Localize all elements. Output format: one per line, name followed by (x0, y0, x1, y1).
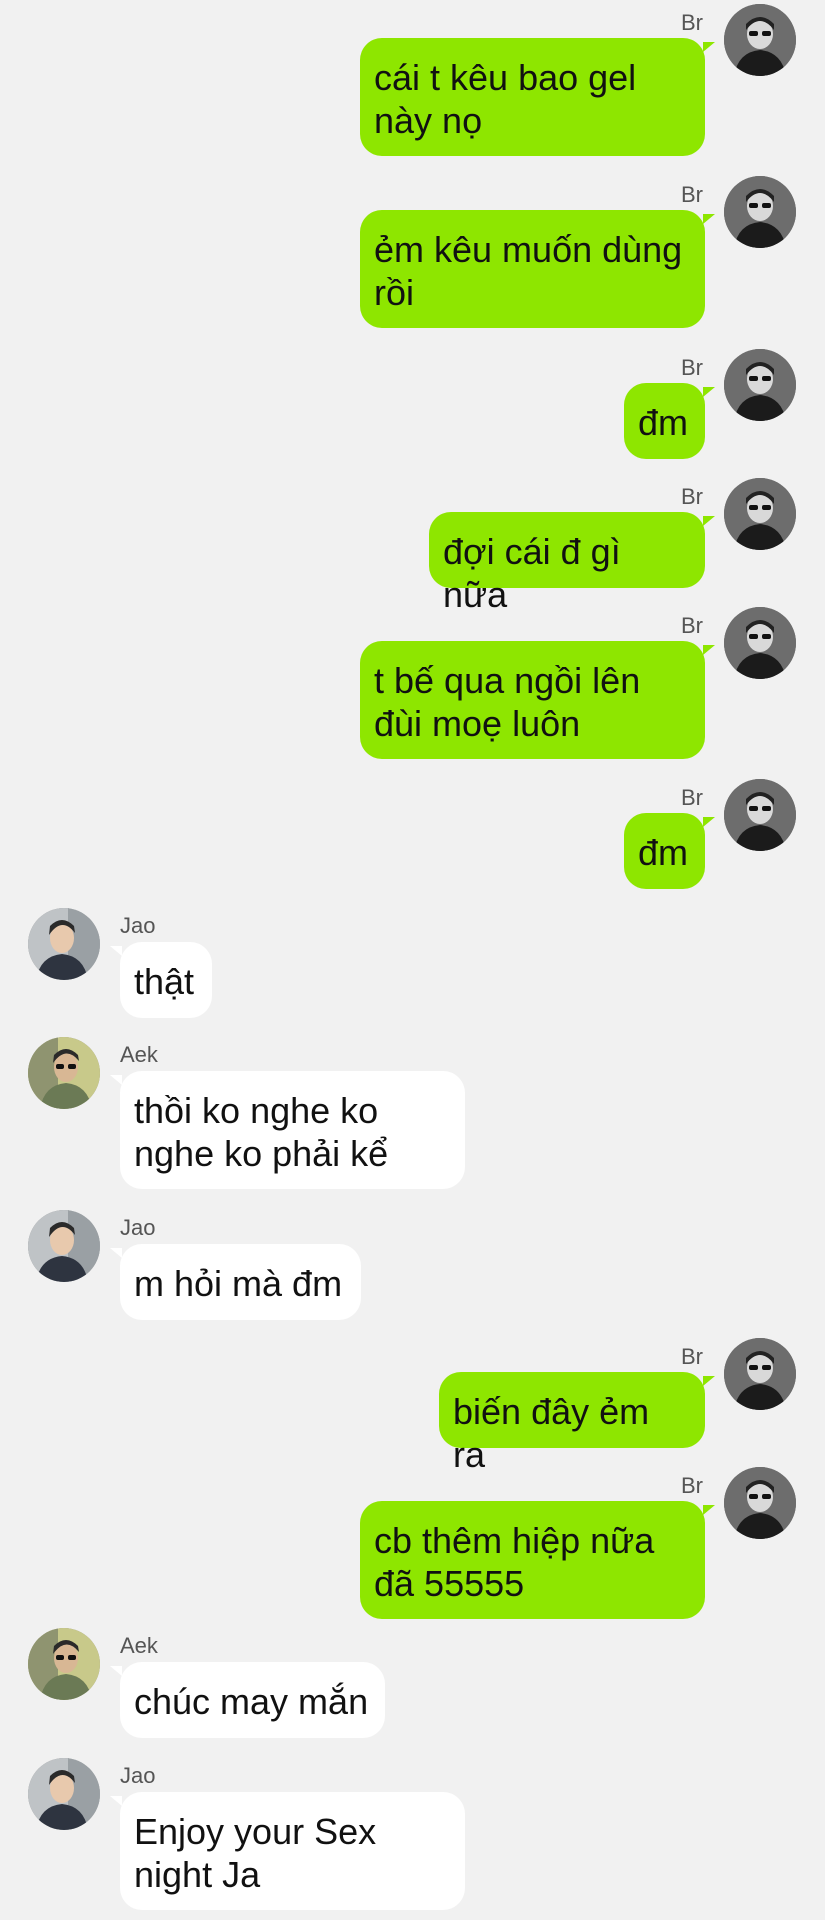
sender-name: Aek (120, 1042, 158, 1067)
avatar-jao[interactable] (28, 1210, 100, 1282)
bubble-tail (703, 214, 715, 224)
avatar-br[interactable] (724, 779, 796, 851)
outgoing-message-bubble[interactable]: ẻm kêu muốn dùng rồi (360, 210, 705, 328)
sender-name: Jao (120, 913, 156, 938)
incoming-message-bubble[interactable]: thật (120, 942, 212, 1018)
sender-name: Br (681, 484, 703, 509)
sender-name: Br (681, 613, 703, 638)
avatar-br[interactable] (724, 607, 796, 679)
outgoing-message-bubble[interactable]: đợi cái đ gì nữa (429, 512, 705, 615)
avatar-jao[interactable] (28, 908, 100, 980)
outgoing-message-bubble[interactable]: cb thêm hiệp nữa đã 55555 (360, 1501, 705, 1619)
bubble-tail (703, 817, 715, 827)
sender-name: Br (681, 1473, 703, 1498)
avatar-jao[interactable] (28, 1758, 100, 1830)
avatar-aek[interactable] (28, 1628, 100, 1700)
sender-name: Br (681, 355, 703, 380)
bubble-tail (703, 516, 715, 526)
incoming-message-bubble[interactable]: m hỏi mà đm (120, 1244, 361, 1320)
incoming-message-bubble[interactable]: chúc may mắn (120, 1662, 385, 1738)
avatar-br[interactable] (724, 1467, 796, 1539)
sender-name: Jao (120, 1215, 156, 1240)
outgoing-message-bubble[interactable]: cái t kêu bao gel này nọ (360, 38, 705, 156)
sender-name: Br (681, 785, 703, 810)
sender-name: Br (681, 1344, 703, 1369)
incoming-message-bubble[interactable]: thồi ko nghe ko nghe ko phải kể (120, 1071, 465, 1189)
avatar-br[interactable] (724, 478, 796, 550)
bubble-tail (703, 42, 715, 52)
sender-name: Jao (120, 1763, 156, 1788)
incoming-message-bubble[interactable]: Enjoy your Sex night Ja (120, 1792, 465, 1910)
sender-name: Br (681, 10, 703, 35)
outgoing-message-bubble[interactable]: đm (624, 383, 705, 459)
bubble-tail (703, 1376, 715, 1386)
sender-name: Br (681, 182, 703, 207)
avatar-br[interactable] (724, 176, 796, 248)
bubble-tail (110, 1796, 122, 1806)
outgoing-message-bubble[interactable]: biến đây ẻm ra (439, 1372, 705, 1475)
outgoing-message-bubble[interactable]: đm (624, 813, 705, 889)
avatar-aek[interactable] (28, 1037, 100, 1109)
outgoing-message-bubble[interactable]: t bế qua ngồi lên đùi moẹ luôn (360, 641, 705, 759)
bubble-tail (110, 946, 122, 956)
sender-name: Aek (120, 1633, 158, 1658)
bubble-tail (703, 645, 715, 655)
bubble-tail (110, 1666, 122, 1676)
bubble-tail (110, 1075, 122, 1085)
avatar-br[interactable] (724, 349, 796, 421)
bubble-tail (110, 1248, 122, 1258)
avatar-br[interactable] (724, 4, 796, 76)
bubble-tail (703, 387, 715, 397)
avatar-br[interactable] (724, 1338, 796, 1410)
bubble-tail (703, 1505, 715, 1515)
